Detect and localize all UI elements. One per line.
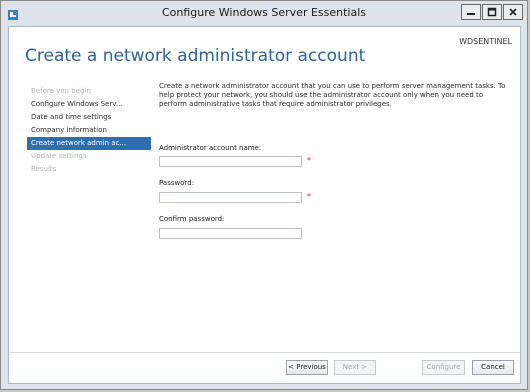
page-title: Create a network administrator account xyxy=(25,46,366,66)
window-controls xyxy=(461,4,523,20)
confirm-password-label: Confirm password: xyxy=(159,215,225,223)
cancel-button[interactable]: Cancel xyxy=(472,360,514,375)
nav-item-before-you-begin: Before you begin xyxy=(31,87,91,95)
nav-item-configure-windows-server[interactable]: Configure Windows Serv... xyxy=(27,98,151,111)
server-name: WDSENTINEL xyxy=(459,37,512,46)
next-button: Next > xyxy=(334,360,376,375)
nav-item-create-network-admin[interactable]: Create network admin ac... xyxy=(27,137,151,150)
wizard-client-area: WDSENTINEL Create a network administrato… xyxy=(8,26,521,384)
page-description: Create a network administrator account t… xyxy=(159,82,506,108)
minimize-icon xyxy=(467,13,475,15)
close-button[interactable] xyxy=(503,4,523,20)
configure-button: Configure xyxy=(422,360,465,375)
password-input[interactable] xyxy=(159,192,302,203)
minimize-button[interactable] xyxy=(461,4,481,20)
admin-name-required-marker: * xyxy=(307,156,311,165)
admin-name-input[interactable] xyxy=(159,156,302,167)
nav-item-update-settings: Update settings xyxy=(31,152,87,160)
close-icon xyxy=(509,8,517,16)
wizard-window: Configure Windows Server Essentials WDSE… xyxy=(0,0,528,390)
password-required-marker: * xyxy=(307,192,311,201)
wizard-steps-nav: Before you begin Configure Windows Serv.… xyxy=(27,85,151,176)
nav-item-company-information[interactable]: Company information xyxy=(27,124,151,137)
form-content: Create a network administrator account t… xyxy=(159,82,511,239)
maximize-button[interactable] xyxy=(482,4,502,20)
title-bar[interactable]: Configure Windows Server Essentials xyxy=(1,1,527,25)
maximize-icon xyxy=(487,7,497,17)
nav-item-date-time-settings[interactable]: Date and time settings xyxy=(27,111,151,124)
admin-name-label: Administrator account name: xyxy=(159,144,262,152)
nav-item-results: Results xyxy=(31,165,57,173)
wizard-footer: < Previous Next > Configure Cancel xyxy=(9,352,520,383)
confirm-password-input[interactable] xyxy=(159,228,302,239)
window-title: Configure Windows Server Essentials xyxy=(161,6,367,19)
password-label: Password: xyxy=(159,179,195,187)
previous-button[interactable]: < Previous xyxy=(286,360,328,375)
